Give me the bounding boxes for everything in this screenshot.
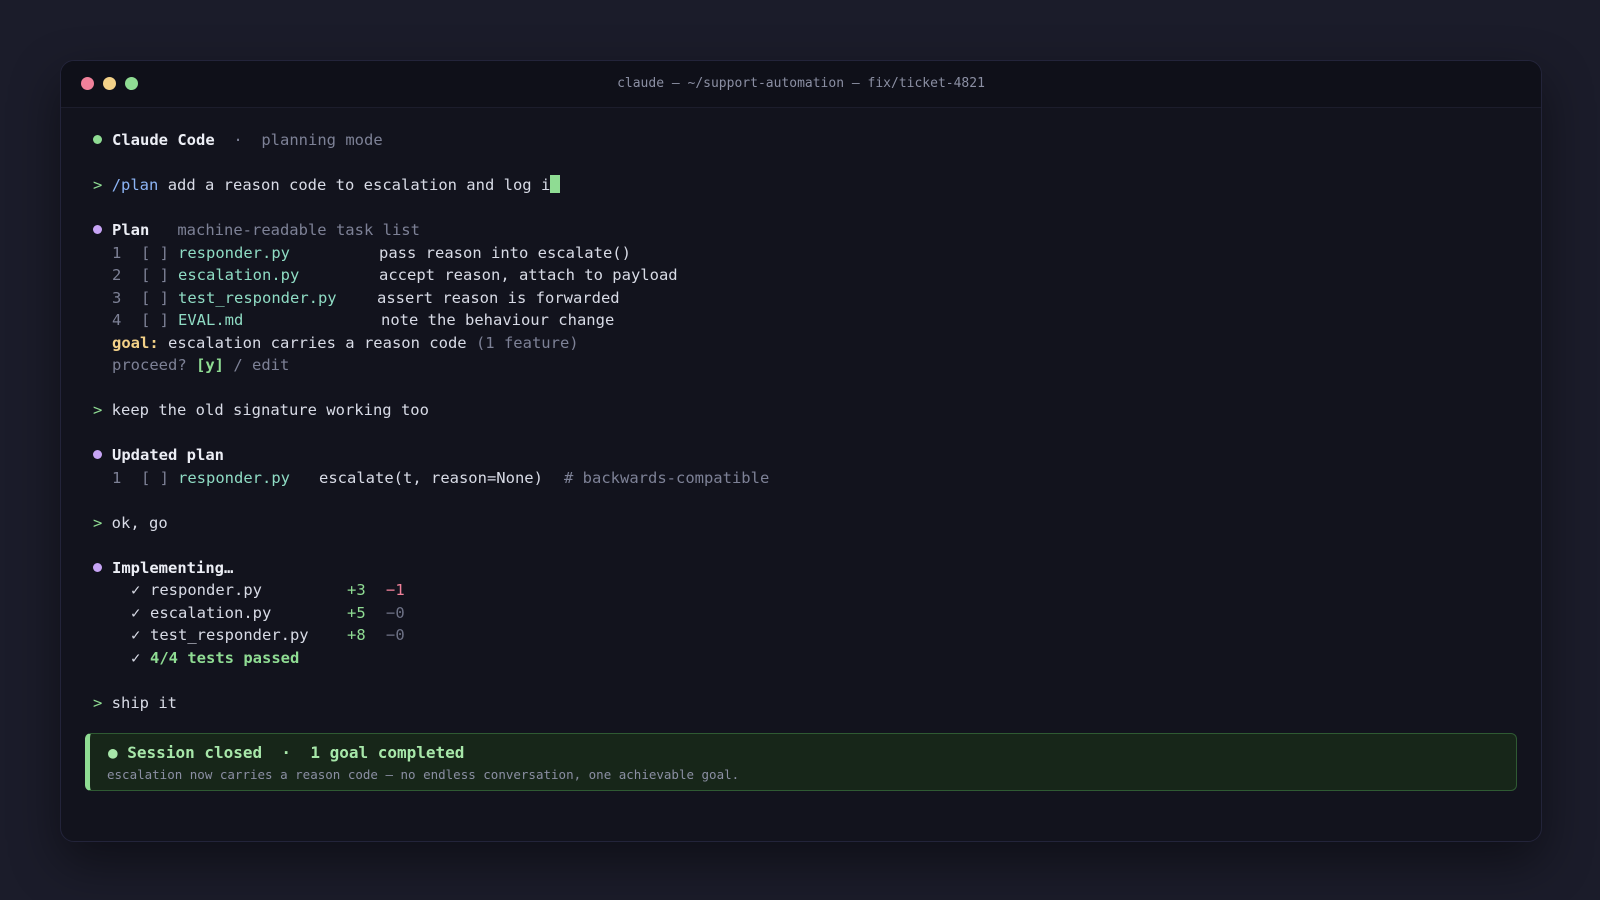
header-separator: · — [233, 131, 243, 149]
check-icon: ✓ — [131, 626, 141, 644]
updated-plan-title: Updated plan — [112, 446, 224, 464]
app-name: Claude Code — [112, 131, 215, 149]
task-file: responder.py — [178, 468, 290, 487]
task-file: escalation.py — [178, 266, 300, 284]
changed-file-name: responder.py — [150, 581, 262, 599]
task-code: escalate(t, reason=None) — [319, 468, 543, 487]
plan-command: /plan — [111, 176, 159, 194]
terminal-output: Claude Code · planning mode > /plan add … — [93, 129, 1517, 714]
tests-result: ✓ 4/4 tests passed — [93, 647, 1517, 670]
session-closed-banner: ● Session closed · 1 goal completed esca… — [85, 733, 1517, 791]
progress-dot-icon — [93, 562, 102, 572]
goal-count: 1 goal completed — [310, 743, 465, 762]
check-icon: ✓ — [131, 603, 141, 622]
goal-text: escalation carries a reason code — [158, 333, 476, 352]
implementing-header: Implementing… — [93, 557, 1517, 580]
banner-subtitle: escalation now carries a reason code — n… — [107, 767, 740, 782]
task-desc: pass reason into escalate() — [379, 243, 631, 262]
prompt-line: > keep the old signature working too — [93, 399, 1517, 422]
prompt-line: > ship it — [93, 692, 1517, 715]
tests-passed-label: 4/4 tests passed — [150, 648, 300, 667]
task-comment: # backwards-compatible — [564, 468, 770, 487]
banner-separator: · — [281, 743, 292, 762]
task-file: responder.py — [178, 243, 290, 262]
lines-removed: −1 — [386, 581, 405, 599]
lines-removed: −0 — [386, 626, 405, 644]
plan-task: 2[ ] escalation.py accept reason, attach t… — [93, 264, 1517, 287]
changed-file-row: ✓ escalation.py +5 −0 — [93, 602, 1517, 625]
lines-added: +8 — [347, 626, 366, 644]
proceed-prompt: proceed? [y] / edit — [112, 356, 290, 374]
task-desc: assert reason is forwarded — [377, 288, 620, 307]
terminal-window: claude — ~/support-automation — fix/tick… — [60, 60, 1542, 842]
plan-title: Plan — [112, 221, 150, 239]
goal-note: (1 feature) — [475, 333, 579, 352]
implementing-title: Implementing… — [112, 558, 234, 577]
prompt-symbol: > — [93, 401, 103, 419]
prompt-symbol: > — [93, 176, 103, 194]
prompt-text: ship it — [102, 693, 177, 712]
updated-plan-task: 1[ ] responder.py escalate(t, reason=None)… — [93, 467, 1517, 490]
prompt-symbol: > — [93, 513, 103, 532]
title-bar: claude — ~/support-automation — fix/tick… — [61, 61, 1541, 108]
changed-file-row: ✓ test_responder.py +8 −0 — [93, 624, 1517, 647]
check-icon: ✓ — [131, 648, 141, 667]
changed-file-name: test_responder.py — [150, 626, 309, 644]
mode-label: planning mode — [261, 131, 383, 149]
proceed-edit-option[interactable]: / edit — [224, 356, 289, 374]
success-dot-icon: ● — [108, 743, 118, 762]
banner-title: ● Session closed · 1 goal completed — [108, 743, 465, 762]
prompt-line: > ok, go — [93, 512, 1517, 535]
text-cursor — [550, 175, 561, 193]
goal-label: goal: — [112, 333, 159, 352]
prompt-text: add a reason code to escalation and log … — [158, 176, 551, 194]
window-title: claude — ~/support-automation — fix/tick… — [617, 76, 985, 91]
task-file: test_responder.py — [178, 288, 337, 307]
plan-task: 3[ ] test_responder.py assert reason is fo… — [93, 287, 1517, 310]
plan-header: Plan machine-readable task list — [93, 219, 1517, 242]
status-dot-icon — [93, 135, 102, 144]
plan-dot-icon — [93, 450, 102, 459]
check-icon: ✓ — [131, 581, 141, 599]
updated-plan-header: Updated plan — [93, 444, 1517, 467]
plan-goal: goal: escalation carries a reason code (… — [93, 332, 1517, 355]
session-header: Claude Code · planning mode — [93, 129, 1517, 152]
changed-file-name: escalation.py — [150, 603, 272, 622]
plan-task: 4[ ] EVAL.md note the behaviour change — [93, 309, 1517, 332]
prompt-text: ok, go — [102, 513, 168, 532]
task-desc: accept reason, attach to payload — [379, 266, 678, 284]
lines-added: +3 — [347, 581, 366, 599]
prompt-symbol: > — [93, 693, 103, 712]
plan-dot-icon — [93, 225, 102, 234]
plan-task: 1[ ] responder.py pass reason into escalat… — [93, 242, 1517, 265]
lines-removed: −0 — [386, 603, 405, 622]
proceed-yes-option[interactable]: [y] — [196, 356, 224, 374]
task-file: EVAL.md — [178, 311, 244, 329]
prompt-line: > /plan add a reason code to escalation … — [93, 174, 1517, 197]
lines-added: +5 — [347, 603, 366, 622]
plan-subtitle: machine-readable task list — [177, 221, 420, 239]
task-desc: note the behaviour change — [381, 311, 615, 329]
prompt-text: keep the old signature working too — [102, 401, 429, 419]
changed-file-row: ✓ responder.py +3 −1 — [93, 579, 1517, 602]
